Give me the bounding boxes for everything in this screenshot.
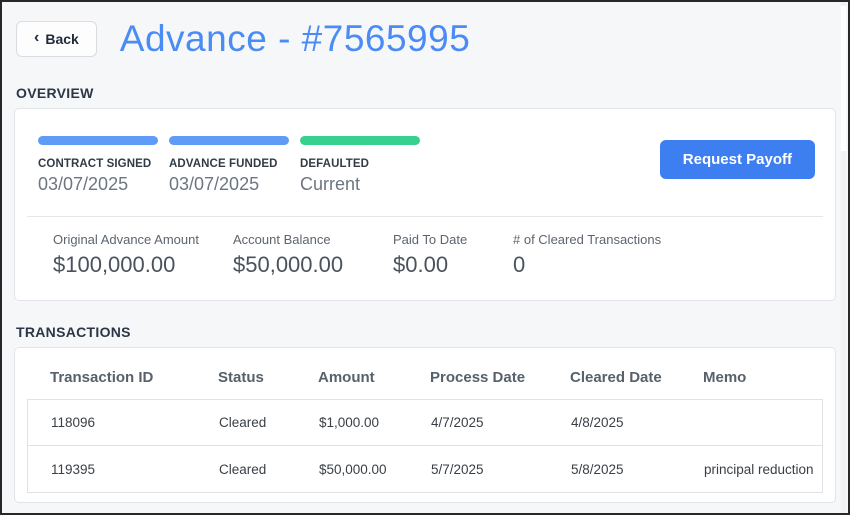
stat-label: # of Cleared Transactions — [513, 232, 662, 247]
table-row: 119395 Cleared $50,000.00 5/7/2025 5/8/2… — [28, 446, 822, 492]
progress-bar — [169, 136, 289, 145]
stat-account-balance: Account Balance $50,000.00 — [233, 232, 393, 278]
milestone-defaulted: DEFAULTED Current — [300, 136, 431, 195]
transactions-table-header: Transaction ID Status Amount Process Dat… — [15, 348, 835, 399]
overview-card: CONTRACT SIGNED 03/07/2025 ADVANCE FUNDE… — [14, 108, 836, 301]
stat-label: Original Advance Amount — [53, 232, 199, 247]
stat-label: Account Balance — [233, 232, 331, 247]
cell-cleared-date: 4/8/2025 — [571, 415, 624, 430]
stats-row: Original Advance Amount $100,000.00 Acco… — [15, 217, 835, 300]
app-window: ‹ Back Advance - #7565995 OVERVIEW CONTR… — [0, 0, 850, 515]
overview-section-label: OVERVIEW — [16, 85, 94, 101]
cell-process-date: 5/7/2025 — [431, 461, 484, 477]
chevron-left-icon: ‹ — [34, 29, 40, 46]
transactions-section-label: TRANSACTIONS — [16, 324, 131, 340]
cell-status: Cleared — [219, 415, 267, 430]
page-title: Advance - #7565995 — [119, 18, 471, 59]
column-header-process-date: Process Date — [430, 369, 526, 386]
progress-bar — [300, 136, 420, 145]
cell-process-date: 4/7/2025 — [431, 415, 484, 430]
milestone-value: 03/07/2025 — [169, 174, 260, 194]
column-header-transaction-id: Transaction ID — [50, 369, 154, 386]
milestone-label: DEFAULTED — [300, 158, 370, 170]
stat-value: $100,000.00 — [53, 252, 176, 277]
milestone-advance-funded: ADVANCE FUNDED 03/07/2025 — [169, 136, 300, 195]
milestone-label: ADVANCE FUNDED — [169, 158, 278, 170]
cell-transaction-id: 119395 — [51, 461, 96, 477]
milestone-value: Current — [300, 174, 361, 194]
stat-label: Paid To Date — [393, 232, 468, 247]
stat-value: $0.00 — [393, 252, 449, 277]
cell-cleared-date: 5/8/2025 — [571, 461, 624, 477]
cell-status: Cleared — [219, 461, 267, 477]
stat-value: 0 — [513, 252, 526, 277]
scrollbar-thumb[interactable] — [841, 6, 846, 151]
stat-original-advance-amount: Original Advance Amount $100,000.00 — [53, 232, 233, 278]
milestone-contract-signed: CONTRACT SIGNED 03/07/2025 — [38, 136, 169, 195]
column-header-amount: Amount — [318, 369, 375, 386]
back-button-label: Back — [45, 31, 79, 47]
transactions-card: Transaction ID Status Amount Process Dat… — [14, 347, 836, 503]
stat-paid-to-date: Paid To Date $0.00 — [393, 232, 513, 278]
scrollbar[interactable] — [841, 2, 846, 513]
header: ‹ Back Advance - #7565995 — [2, 2, 848, 60]
transactions-table-body: 118096 Cleared $1,000.00 4/7/2025 4/8/20… — [27, 399, 823, 493]
column-header-status: Status — [218, 369, 264, 386]
cell-amount: $50,000.00 — [319, 461, 387, 477]
progress-bar — [38, 136, 158, 145]
cell-transaction-id: 118096 — [51, 415, 96, 430]
stat-value: $50,000.00 — [233, 252, 344, 277]
cell-amount: $1,000.00 — [319, 415, 380, 430]
milestones-row: CONTRACT SIGNED 03/07/2025 ADVANCE FUNDE… — [15, 109, 835, 216]
column-header-cleared-date: Cleared Date — [570, 369, 662, 386]
cell-memo: principal reduction — [704, 461, 814, 477]
request-payoff-button[interactable]: Request Payoff — [659, 140, 815, 179]
stat-cleared-transactions: # of Cleared Transactions 0 — [513, 232, 661, 278]
back-button[interactable]: ‹ Back — [16, 21, 97, 57]
table-row: 118096 Cleared $1,000.00 4/7/2025 4/8/20… — [28, 400, 822, 446]
milestone-label: CONTRACT SIGNED — [38, 158, 152, 170]
column-header-memo: Memo — [703, 369, 747, 386]
milestone-value: 03/07/2025 — [38, 174, 129, 194]
